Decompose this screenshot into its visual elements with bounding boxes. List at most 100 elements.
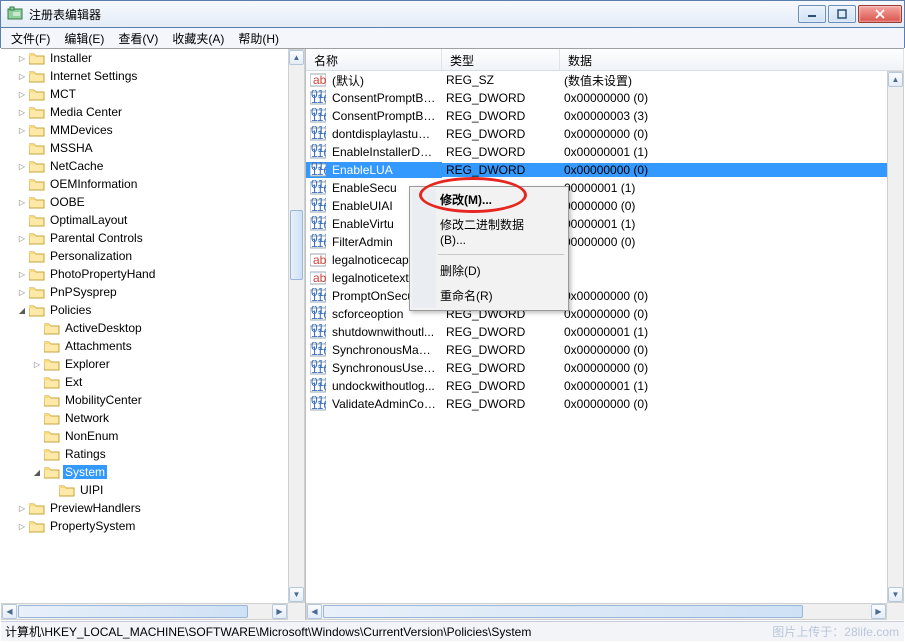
- list-row[interactable]: EnableVirtu00000001 (1): [306, 215, 887, 233]
- chevron-down-icon[interactable]: [16, 305, 28, 316]
- tree-item[interactable]: MobilityCenter: [1, 391, 288, 409]
- reg-dword-icon: [310, 90, 326, 106]
- tree-item[interactable]: Ext: [1, 373, 288, 391]
- list-row[interactable]: shutdownwithoutl...REG_DWORD0x00000001 (…: [306, 323, 887, 341]
- value-name: ConsentPromptBe...: [330, 109, 438, 123]
- menu-help[interactable]: 帮助(H): [232, 28, 285, 49]
- tree-item-label: System: [63, 465, 107, 479]
- chevron-right-icon[interactable]: [16, 287, 28, 298]
- chevron-right-icon[interactable]: [16, 197, 28, 208]
- tree-item[interactable]: UIPI: [1, 481, 288, 499]
- tree-vscrollbar-thumb[interactable]: [290, 210, 303, 280]
- tree-item[interactable]: OOBE: [1, 193, 288, 211]
- tree-item[interactable]: PropertySystem: [1, 517, 288, 535]
- list-row[interactable]: SynchronousUserG...REG_DWORD0x00000000 (…: [306, 359, 887, 377]
- reg-dword-icon: [310, 288, 326, 304]
- chevron-right-icon[interactable]: [16, 269, 28, 280]
- tree-vscrollbar[interactable]: ▲ ▼: [288, 49, 305, 603]
- scroll-left-icon[interactable]: ◀: [2, 604, 17, 619]
- tree-item[interactable]: Personalization: [1, 247, 288, 265]
- chevron-right-icon[interactable]: [16, 161, 28, 172]
- list-row[interactable]: PromptOnSecureD...REG_DWORD0x00000000 (0…: [306, 287, 887, 305]
- list-vscrollbar[interactable]: ▲ ▼: [887, 71, 904, 603]
- scroll-right-icon[interactable]: ▶: [272, 604, 287, 619]
- list-row[interactable]: legalnoticecaptionREG_SZ: [306, 251, 887, 269]
- tree-item[interactable]: MMDevices: [1, 121, 288, 139]
- chevron-right-icon[interactable]: [16, 53, 28, 64]
- list-row[interactable]: ConsentPromptBe...REG_DWORD0x00000000 (0…: [306, 89, 887, 107]
- list-row[interactable]: ValidateAdminCod...REG_DWORD0x00000000 (…: [306, 395, 887, 413]
- tree-hscrollbar[interactable]: ◀ ▶: [1, 603, 288, 620]
- close-button[interactable]: [858, 5, 902, 23]
- tree-item[interactable]: NonEnum: [1, 427, 288, 445]
- scroll-up-icon[interactable]: ▲: [888, 72, 903, 87]
- chevron-right-icon[interactable]: [16, 71, 28, 82]
- value-data: (数值未设置): [560, 72, 887, 89]
- tree-item-label: MobilityCenter: [63, 393, 144, 407]
- chevron-right-icon[interactable]: [31, 359, 43, 370]
- list-row[interactable]: EnableLUAREG_DWORD0x00000000 (0): [306, 161, 887, 179]
- chevron-right-icon[interactable]: [16, 107, 28, 118]
- tree-hscrollbar-thumb[interactable]: [18, 605, 248, 618]
- tree-item[interactable]: OEMInformation: [1, 175, 288, 193]
- list-row[interactable]: undockwithoutlog...REG_DWORD0x00000001 (…: [306, 377, 887, 395]
- list-row[interactable]: EnableSecu00000001 (1): [306, 179, 887, 197]
- tree-item[interactable]: MCT: [1, 85, 288, 103]
- tree-item[interactable]: Media Center: [1, 103, 288, 121]
- scroll-up-icon[interactable]: ▲: [289, 50, 304, 65]
- list-hscrollbar[interactable]: ◀ ▶: [306, 603, 887, 620]
- chevron-right-icon[interactable]: [16, 233, 28, 244]
- tree-item[interactable]: MSSHA: [1, 139, 288, 157]
- list-row[interactable]: EnableUIAI00000000 (0): [306, 197, 887, 215]
- tree-item[interactable]: Ratings: [1, 445, 288, 463]
- list-row[interactable]: EnableInstallerDet...REG_DWORD0x00000001…: [306, 143, 887, 161]
- minimize-button[interactable]: [798, 5, 826, 23]
- chevron-down-icon[interactable]: [31, 467, 43, 478]
- scroll-down-icon[interactable]: ▼: [888, 587, 903, 602]
- list-row[interactable]: scforceoptionREG_DWORD0x00000000 (0): [306, 305, 887, 323]
- menu-favorites[interactable]: 收藏夹(A): [166, 28, 230, 49]
- tree-item[interactable]: PnPSysprep: [1, 283, 288, 301]
- chevron-right-icon[interactable]: [16, 125, 28, 136]
- list-row[interactable]: legalnoticetextREG_SZ: [306, 269, 887, 287]
- tree-item[interactable]: Policies: [1, 301, 288, 319]
- tree-item[interactable]: Network: [1, 409, 288, 427]
- col-name[interactable]: 名称: [306, 49, 442, 70]
- scroll-right-icon[interactable]: ▶: [871, 604, 886, 619]
- tree-item[interactable]: PreviewHandlers: [1, 499, 288, 517]
- tree-item[interactable]: PhotoPropertyHand: [1, 265, 288, 283]
- tree-item[interactable]: System: [1, 463, 288, 481]
- list-row[interactable]: ConsentPromptBe...REG_DWORD0x00000003 (3…: [306, 107, 887, 125]
- tree-item[interactable]: OptimalLayout: [1, 211, 288, 229]
- list-row[interactable]: dontdisplaylastuse...REG_DWORD0x00000000…: [306, 125, 887, 143]
- list-row[interactable]: SynchronousMach...REG_DWORD0x00000000 (0…: [306, 341, 887, 359]
- tree-item-label: PropertySystem: [48, 519, 137, 533]
- menu-view[interactable]: 查看(V): [112, 28, 164, 49]
- value-name: (默认): [330, 72, 438, 89]
- tree-item[interactable]: NetCache: [1, 157, 288, 175]
- folder-icon: [29, 177, 45, 191]
- value-type: REG_DWORD: [442, 361, 560, 375]
- tree-item[interactable]: ActiveDesktop: [1, 319, 288, 337]
- tree-item[interactable]: Explorer: [1, 355, 288, 373]
- tree-item[interactable]: Installer: [1, 49, 288, 67]
- tree-item[interactable]: Internet Settings: [1, 67, 288, 85]
- list-hscrollbar-thumb[interactable]: [323, 605, 803, 618]
- chevron-right-icon[interactable]: [16, 521, 28, 532]
- tree-item[interactable]: Parental Controls: [1, 229, 288, 247]
- folder-icon: [29, 213, 45, 227]
- scroll-down-icon[interactable]: ▼: [289, 587, 304, 602]
- maximize-button[interactable]: [828, 5, 856, 23]
- menu-edit[interactable]: 编辑(E): [58, 28, 110, 49]
- list-row[interactable]: (默认)REG_SZ(数值未设置): [306, 71, 887, 89]
- col-type[interactable]: 类型: [442, 49, 560, 70]
- reg-dword-icon: [310, 198, 326, 214]
- tree-item[interactable]: Attachments: [1, 337, 288, 355]
- scroll-left-icon[interactable]: ◀: [307, 604, 322, 619]
- chevron-right-icon[interactable]: [16, 503, 28, 514]
- folder-icon: [29, 141, 45, 155]
- col-data[interactable]: 数据: [560, 49, 904, 70]
- chevron-right-icon[interactable]: [16, 89, 28, 100]
- list-row[interactable]: FilterAdmin00000000 (0): [306, 233, 887, 251]
- menu-file[interactable]: 文件(F): [5, 28, 56, 49]
